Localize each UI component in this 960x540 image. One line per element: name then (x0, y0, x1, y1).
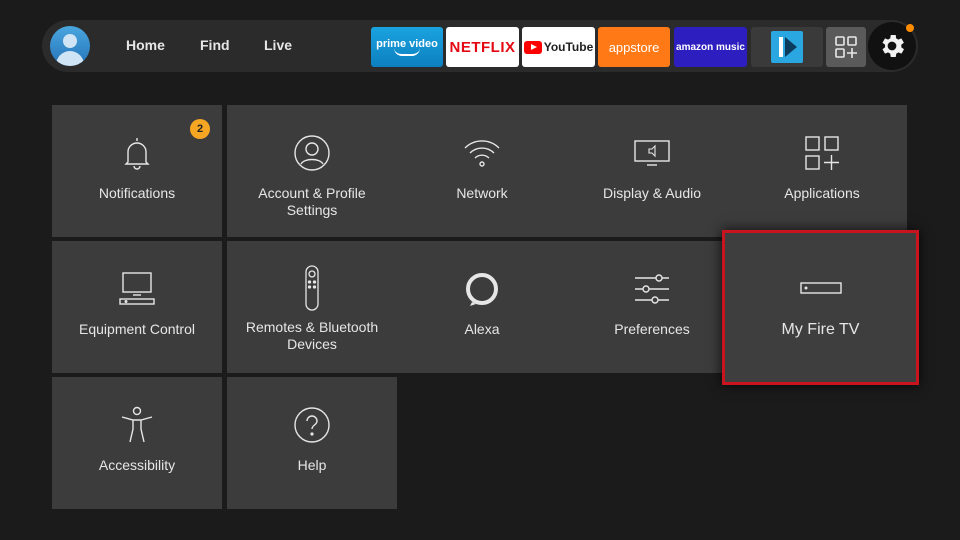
app-youtube[interactable]: YouTube (522, 27, 595, 67)
tile-alexa[interactable]: Alexa (397, 241, 567, 373)
tile-help[interactable]: Help (227, 377, 397, 509)
apps-grid-icon (835, 36, 857, 58)
app-prime-video[interactable]: prime video (371, 27, 443, 67)
apps-grid-icon (805, 136, 839, 170)
prime-smile-icon (394, 48, 420, 56)
all-apps-button[interactable] (826, 27, 866, 67)
tile-applications[interactable]: Applications (737, 105, 907, 237)
fire-tv-device-icon (799, 282, 842, 294)
avatar-head (63, 34, 77, 48)
tile-account-profile-settings[interactable]: Account & Profile Settings (227, 105, 397, 237)
tile-network[interactable]: Network (397, 105, 567, 237)
tile-label: Notifications (98, 185, 176, 201)
tile-label: My Fire TV (781, 321, 860, 338)
settings-notification-dot (906, 24, 914, 32)
media-player-logo-icon (771, 31, 803, 63)
tile-preferences[interactable]: Preferences (567, 241, 737, 373)
avatar-body (56, 51, 84, 66)
tile-label: Accessibility (98, 457, 176, 473)
settings-button[interactable] (868, 22, 916, 70)
tile-label: Remotes & Bluetooth Devices (245, 319, 379, 352)
amazon-music-label: amazon music (676, 41, 745, 53)
tile-label: Equipment Control (79, 321, 195, 337)
tile-my-fire-tv[interactable]: My Fire TV (722, 230, 919, 385)
nav-live[interactable]: Live (264, 37, 292, 53)
tile-display-audio[interactable]: Display & Audio (567, 105, 737, 237)
nav-home[interactable]: Home (126, 37, 165, 53)
app-media-player[interactable] (751, 27, 823, 67)
appstore-label: appstore (608, 39, 660, 55)
wifi-icon (464, 140, 500, 167)
tile-label: Help (297, 457, 327, 473)
youtube-label: YouTube (543, 40, 594, 54)
tile-label: Account & Profile Settings (258, 185, 366, 218)
tile-remotes-bluetooth-devices[interactable]: Remotes & Bluetooth Devices (227, 241, 397, 373)
tile-label: Preferences (614, 321, 690, 337)
profile-avatar[interactable] (50, 26, 90, 66)
tile-label: Display & Audio (602, 185, 702, 201)
app-netflix[interactable]: NETFLIX (446, 27, 519, 67)
bell-icon (124, 138, 150, 170)
app-amazon-music[interactable]: amazon music (674, 27, 747, 67)
profile-icon (294, 135, 330, 171)
tile-label: Applications (784, 185, 860, 201)
tile-notifications[interactable]: 2 Notifications (52, 105, 222, 237)
remote-icon (305, 265, 319, 311)
alexa-icon (466, 273, 498, 306)
sliders-icon (635, 274, 669, 304)
accessibility-icon (121, 406, 153, 443)
display-icon (634, 140, 670, 166)
gear-icon (882, 35, 904, 57)
tv-equipment-icon (119, 272, 155, 305)
tile-label: Alexa (464, 321, 500, 337)
tile-label: Network (456, 185, 508, 201)
nav-find[interactable]: Find (200, 37, 230, 53)
help-icon (294, 407, 330, 443)
top-navigation-bar: Home Find Live prime video NETFLIX YouTu… (42, 20, 918, 72)
tile-accessibility[interactable]: Accessibility (52, 377, 222, 509)
netflix-label: NETFLIX (449, 38, 516, 56)
youtube-play-icon (523, 40, 542, 54)
app-appstore[interactable]: appstore (598, 27, 670, 67)
tile-equipment-control[interactable]: Equipment Control (52, 241, 222, 373)
notification-count-badge: 2 (190, 119, 210, 139)
